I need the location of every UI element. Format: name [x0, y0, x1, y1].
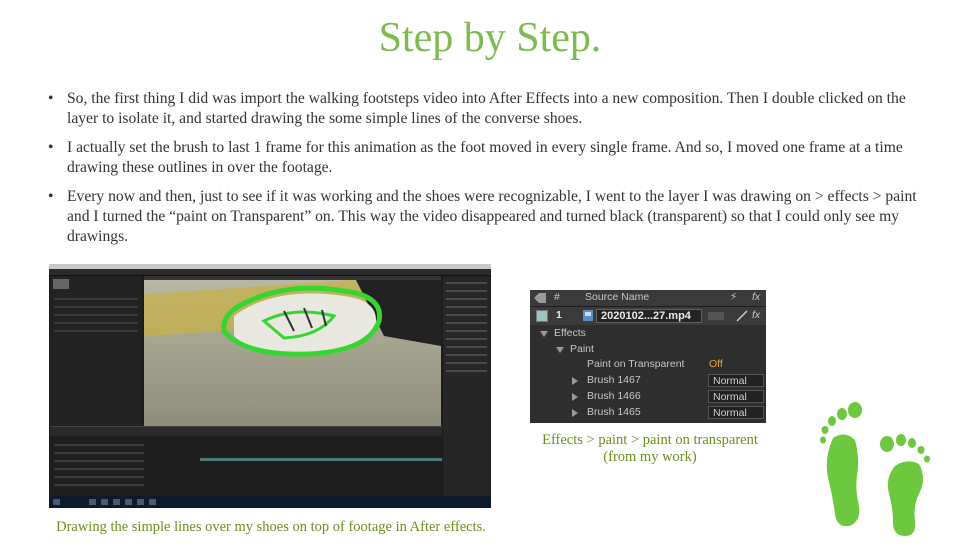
footprints-icon	[820, 402, 930, 536]
brush-row[interactable]: Brush 1465 Normal	[530, 405, 766, 421]
disclosure-triangle-icon[interactable]	[540, 331, 548, 337]
caption-right: Effects > paint > paint on transparent (…	[520, 432, 780, 466]
paint-group-row[interactable]: Paint	[530, 342, 766, 358]
bullet-dot: •	[48, 90, 54, 107]
windows-taskbar	[49, 496, 491, 508]
header-switch-icon: ⚡	[730, 291, 738, 303]
pen-icon[interactable]	[736, 310, 748, 322]
layer-name[interactable]: 2020102...27.mp4	[596, 309, 702, 323]
expand-triangle-icon[interactable]	[572, 377, 578, 385]
header-fx-icon: fx	[752, 291, 761, 303]
footage-icon	[583, 310, 593, 321]
composition-viewer	[144, 276, 441, 426]
paint-label: Paint	[570, 343, 594, 355]
timeline-panel	[50, 436, 442, 496]
bullet-item: • I actually set the brush to last 1 fram…	[48, 138, 938, 178]
caption-right-line2: (from my work)	[603, 449, 697, 465]
project-thumbnail	[53, 279, 69, 289]
brush-name: Brush 1467	[587, 374, 641, 386]
paint-on-transparent-row[interactable]: Paint on Transparent Off	[530, 357, 766, 373]
bullet-text: I actually set the brush to last 1 frame…	[67, 139, 903, 176]
header-source-name: Source Name	[585, 291, 650, 303]
layer-panel-screenshot: # Source Name ⚡ fx 1 2020102...27.mp4 fx…	[530, 290, 766, 423]
caption-left: Drawing the simple lines over my shoes o…	[56, 519, 486, 535]
paint-on-transparent-value[interactable]: Off	[709, 358, 723, 370]
switch-icon[interactable]	[708, 310, 726, 322]
layer-number: 1	[556, 309, 562, 321]
bullet-item: • So, the first thing I did was import th…	[48, 89, 938, 129]
after-effects-screenshot	[49, 264, 491, 508]
bullet-list: • So, the first thing I did was import th…	[48, 89, 938, 256]
bullet-text: So, the first thing I did was import the…	[67, 90, 906, 127]
project-panel	[50, 276, 142, 434]
fx-icon[interactable]: fx	[752, 309, 760, 321]
footage-drawing	[221, 276, 441, 357]
disclosure-triangle-icon[interactable]	[556, 347, 564, 353]
expand-triangle-icon[interactable]	[572, 409, 578, 417]
effects-label: Effects	[554, 327, 586, 339]
toolbar	[49, 269, 491, 276]
caption-right-line1: Effects > paint > paint on transparent	[542, 432, 758, 448]
brush-row[interactable]: Brush 1466 Normal	[530, 389, 766, 405]
tag-icon	[534, 293, 546, 303]
bullet-dot: •	[48, 139, 54, 156]
paint-on-transparent-label: Paint on Transparent	[587, 358, 685, 370]
brush-name: Brush 1465	[587, 406, 641, 418]
blend-mode-select[interactable]: Normal	[708, 406, 764, 419]
layer-panel-header: # Source Name ⚡ fx	[530, 290, 766, 307]
effects-panel	[443, 276, 490, 508]
expand-triangle-icon[interactable]	[572, 393, 578, 401]
viewer-tab	[144, 276, 441, 280]
label-color-swatch[interactable]	[536, 310, 548, 322]
blend-mode-select[interactable]: Normal	[708, 374, 764, 387]
layer-bar	[200, 458, 442, 461]
effects-group-row[interactable]: Effects	[530, 326, 766, 342]
bullet-text: Every now and then, just to see if it wa…	[67, 188, 917, 245]
blend-mode-select[interactable]: Normal	[708, 390, 764, 403]
brush-row[interactable]: Brush 1467 Normal	[530, 373, 766, 389]
bullet-item: • Every now and then, just to see if it w…	[48, 187, 938, 247]
slide-title: Step by Step.	[378, 15, 602, 61]
bullet-dot: •	[48, 188, 54, 205]
layer-row[interactable]: 1 2020102...27.mp4 fx	[530, 307, 766, 325]
brush-name: Brush 1466	[587, 390, 641, 402]
header-number: #	[554, 291, 560, 303]
